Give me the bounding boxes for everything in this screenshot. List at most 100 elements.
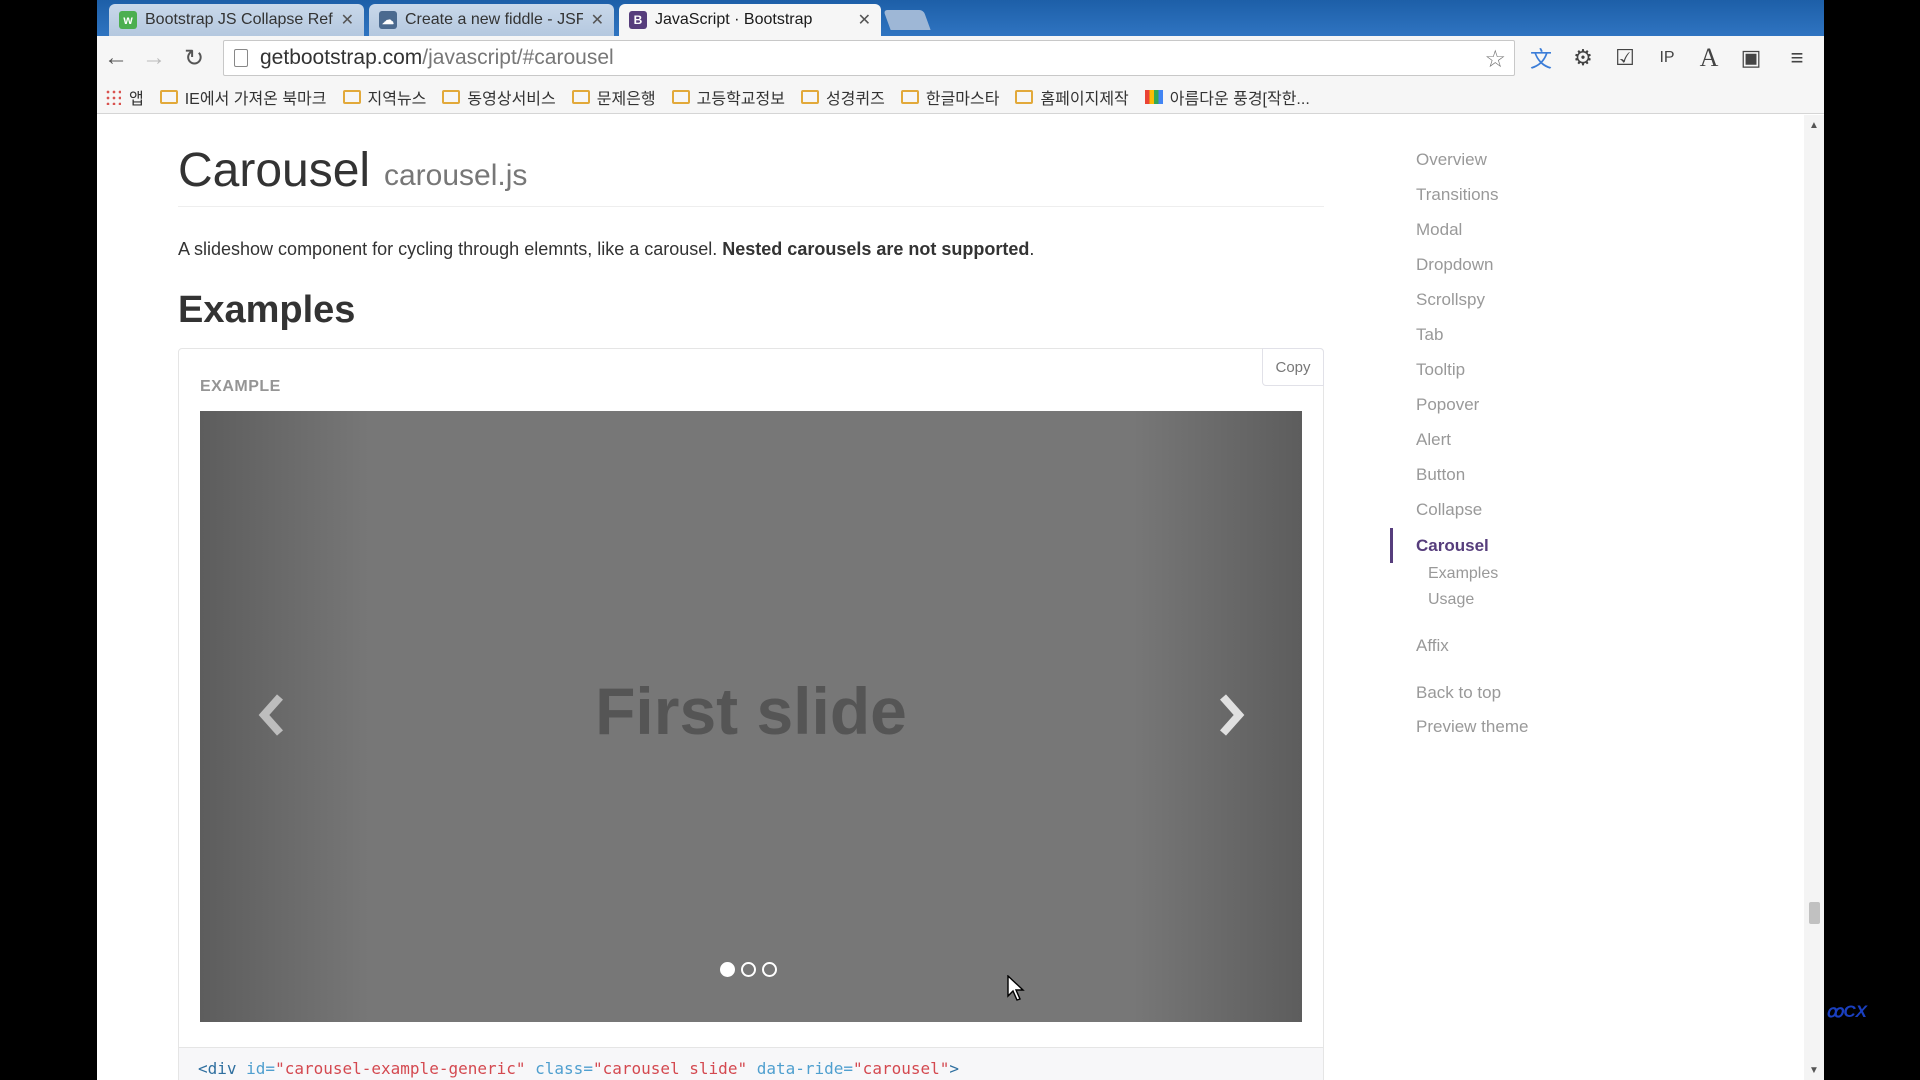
- carousel-indicator-dot[interactable]: [720, 962, 735, 977]
- bookmark-folder[interactable]: 성경퀴즈: [800, 85, 885, 109]
- checkmark-extension-icon[interactable]: ☑: [1609, 42, 1641, 74]
- active-indicator-bar: [1390, 528, 1393, 563]
- bookmark-label: 성경퀴즈: [825, 90, 885, 108]
- carousel-indicator-dot[interactable]: [741, 962, 756, 977]
- bookmark-apps[interactable]: 앱: [105, 85, 144, 109]
- browser-window: w Bootstrap JS Collapse Ref ✕ ☁ Create a…: [97, 0, 1824, 1080]
- carousel-indicator-dot[interactable]: [762, 962, 777, 977]
- back-arrow-icon: ←: [104, 44, 128, 71]
- lead-paragraph: A slideshow component for cycling throug…: [178, 239, 1034, 260]
- sidebar-item-button[interactable]: Button: [1416, 465, 1465, 485]
- page-subtitle: carousel.js: [384, 159, 528, 192]
- bookmark-star-icon[interactable]: ☆: [1484, 45, 1506, 74]
- bookmark-label: 지역뉴스: [367, 90, 427, 108]
- gear-icon[interactable]: ⚙: [1567, 42, 1599, 74]
- forward-button[interactable]: →: [135, 40, 173, 76]
- w3schools-icon: w: [119, 11, 137, 29]
- tab-label: JavaScript · Bootstrap: [655, 11, 813, 28]
- folder-icon: [442, 89, 461, 104]
- google-colors-icon: [1144, 89, 1163, 104]
- reload-button[interactable]: ↻: [175, 40, 213, 76]
- scroll-thumb[interactable]: [1809, 902, 1820, 924]
- mouse-cursor-icon: [1007, 975, 1025, 1001]
- bookmark-folder[interactable]: 문제은행: [571, 85, 656, 109]
- bookmark-label: 동영상서비스: [467, 90, 556, 108]
- close-icon[interactable]: ✕: [858, 10, 871, 30]
- scroll-up-arrow-icon[interactable]: ▲: [1809, 120, 1819, 131]
- page-title: Carousel: [178, 144, 371, 197]
- bookmark-link[interactable]: 아름다운 풍경[작한...: [1144, 85, 1310, 109]
- sidebar-item-scrollspy[interactable]: Scrollspy: [1416, 290, 1485, 310]
- page-header: Carousel carousel.js: [178, 143, 1324, 207]
- sidebar-item-overview[interactable]: Overview: [1416, 150, 1487, 170]
- new-tab-button[interactable]: [883, 10, 931, 30]
- slide-caption: First slide: [595, 674, 907, 748]
- bookmark-folder[interactable]: 홈페이지제작: [1015, 85, 1129, 109]
- scrollbar[interactable]: ▲ ▼: [1804, 115, 1824, 1080]
- close-icon[interactable]: ✕: [341, 10, 354, 30]
- bookmark-folder[interactable]: 지역뉴스: [342, 85, 427, 109]
- sidebar-subitem-usage[interactable]: Usage: [1428, 591, 1474, 609]
- carousel-next-button[interactable]: [1207, 685, 1257, 745]
- folder-icon: [800, 89, 819, 104]
- tab-bootstrap-collapse[interactable]: w Bootstrap JS Collapse Ref ✕: [109, 4, 364, 36]
- back-button[interactable]: ←: [97, 40, 135, 76]
- bookmark-folder[interactable]: 동영상서비스: [442, 85, 556, 109]
- bookmark-label: 한글마스타: [925, 90, 1000, 108]
- sidebar-subitem-examples[interactable]: Examples: [1428, 565, 1498, 583]
- translate-icon[interactable]: 文: [1525, 42, 1557, 74]
- ip-extension-icon[interactable]: IP: [1651, 42, 1683, 74]
- bookmark-folder[interactable]: 고등학교정보: [671, 85, 785, 109]
- bookmark-folder[interactable]: 한글마스타: [900, 85, 1000, 109]
- sidebar-item-dropdown[interactable]: Dropdown: [1416, 255, 1494, 275]
- text-tool-icon[interactable]: ▣: [1735, 42, 1767, 74]
- bootstrap-b-icon: B: [629, 11, 647, 29]
- chevron-left-icon: [258, 694, 283, 736]
- folder-icon: [159, 89, 178, 104]
- sidebar-item-modal[interactable]: Modal: [1416, 220, 1462, 240]
- bookmark-label: IE에서 가져온 북마크: [184, 90, 327, 108]
- scroll-down-arrow-icon[interactable]: ▼: [1809, 1065, 1819, 1076]
- jsfiddle-cloud-icon: ☁: [379, 11, 397, 29]
- sidebar-item-collapse[interactable]: Collapse: [1416, 500, 1482, 520]
- sidebar-item-popover[interactable]: Popover: [1416, 395, 1479, 415]
- code-tag: <div: [198, 1059, 237, 1078]
- lead-bold-text: Nested carousels are not supported: [722, 239, 1030, 259]
- font-size-icon[interactable]: A: [1693, 42, 1725, 74]
- tab-jsfiddle[interactable]: ☁ Create a new fiddle - JSFi ✕: [369, 4, 614, 36]
- preview-theme-link[interactable]: Preview theme: [1416, 717, 1528, 737]
- address-bar[interactable]: getbootstrap.com/javascript/#carousel ☆: [223, 40, 1515, 76]
- menu-icon[interactable]: ≡: [1781, 42, 1813, 74]
- code-tag: >: [949, 1059, 960, 1078]
- sidebar-item-tab[interactable]: Tab: [1416, 325, 1443, 345]
- examples-heading: Examples: [178, 289, 356, 331]
- code-attr: data-ride=: [747, 1059, 854, 1078]
- sidebar-item-tooltip[interactable]: Tooltip: [1416, 360, 1465, 380]
- carousel[interactable]: First slide: [200, 411, 1302, 1022]
- watermark-logo: ꝏCX: [1826, 1002, 1867, 1021]
- tab-strip: w Bootstrap JS Collapse Ref ✕ ☁ Create a…: [97, 0, 1824, 36]
- folder-icon: [900, 89, 919, 104]
- lead-text: A slideshow component for cycling throug…: [178, 239, 723, 259]
- sidebar-item-alert[interactable]: Alert: [1416, 430, 1451, 450]
- url-path: /javascript/#carousel: [422, 46, 614, 69]
- sidebar-item-carousel[interactable]: Carousel: [1416, 536, 1489, 556]
- sidebar-item-transitions[interactable]: Transitions: [1416, 185, 1499, 205]
- back-to-top-link[interactable]: Back to top: [1416, 683, 1501, 703]
- tab-javascript-bootstrap[interactable]: B JavaScript · Bootstrap ✕: [619, 4, 881, 36]
- code-line: <div id="carousel-example-generic" class…: [198, 1059, 959, 1078]
- url-text: getbootstrap.com/javascript/#carousel: [260, 46, 614, 70]
- folder-icon: [671, 89, 690, 104]
- bookmark-folder[interactable]: IE에서 가져온 북마크: [159, 85, 327, 109]
- carousel-indicators: [720, 962, 777, 977]
- code-block: <div id="carousel-example-generic" class…: [178, 1048, 1324, 1080]
- bookmark-label: 문제은행: [596, 90, 656, 108]
- carousel-prev-button[interactable]: [246, 685, 296, 745]
- code-value: "carousel": [853, 1059, 950, 1078]
- bookmark-label: 홈페이지제작: [1040, 90, 1129, 108]
- sidebar-item-affix[interactable]: Affix: [1416, 636, 1449, 656]
- copy-button[interactable]: Copy: [1262, 348, 1324, 386]
- bookmark-label: 아름다운 풍경[작한...: [1169, 90, 1310, 108]
- example-label: EXAMPLE: [200, 378, 281, 395]
- close-icon[interactable]: ✕: [591, 10, 604, 30]
